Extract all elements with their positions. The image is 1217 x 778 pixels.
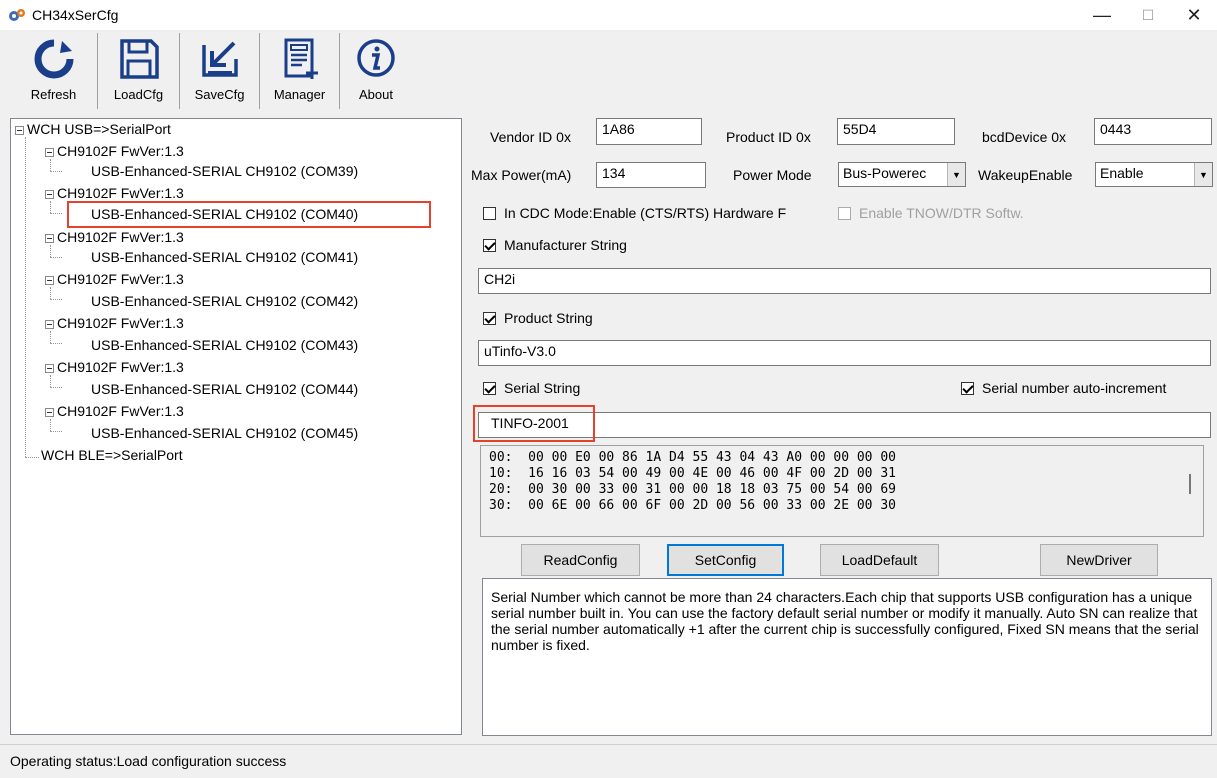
window-title: CH34xSerCfg <box>32 7 119 23</box>
bcd-device-label: bcdDevice 0x <box>982 129 1067 145</box>
tree-device[interactable]: CH9102F FwVer:1.3 <box>45 141 184 161</box>
read-config-button[interactable]: ReadConfig <box>521 544 640 576</box>
collapse-icon[interactable] <box>45 233 54 243</box>
collapse-icon[interactable] <box>45 275 54 285</box>
tree-device[interactable]: CH9102F FwVer:1.3 <box>45 269 184 289</box>
collapse-icon[interactable] <box>45 147 54 157</box>
max-power-field[interactable]: 134 <box>596 162 706 188</box>
hex-row: 20: 00 30 00 33 00 31 00 00 18 18 03 75 … <box>489 482 896 497</box>
refresh-icon <box>34 39 73 79</box>
app-gear-icon <box>9 9 25 21</box>
loadcfg-button[interactable]: LoadCfg <box>98 33 180 109</box>
checkbox-checked-icon[interactable] <box>483 381 496 395</box>
tree-device[interactable]: CH9102F FwVer:1.3 <box>45 313 184 333</box>
tree-device[interactable]: CH9102F FwVer:1.3 <box>45 357 184 377</box>
power-mode-label: Power Mode <box>733 167 812 183</box>
collapse-icon[interactable] <box>15 125 24 135</box>
savecfg-button[interactable]: SaveCfg <box>180 33 260 109</box>
checkbox-checked-icon[interactable] <box>483 311 496 325</box>
power-mode-select[interactable]: Bus-Powerec ▼ <box>838 162 966 187</box>
description-box: Serial Number which cannot be more than … <box>482 578 1212 736</box>
tree-root-usb[interactable]: WCH USB=>SerialPort <box>15 119 171 139</box>
hex-row: 00: 00 00 E0 00 86 1A D4 55 43 04 43 A0 … <box>489 450 896 465</box>
tree-root-ble[interactable]: WCH BLE=>SerialPort <box>41 445 183 465</box>
about-button[interactable]: About <box>340 33 412 109</box>
product-id-label: Product ID 0x <box>726 129 811 145</box>
hex-row: 10: 16 16 03 54 00 49 00 4E 00 46 00 4F … <box>489 466 896 481</box>
manufacturer-checkbox[interactable]: Manufacturer String <box>483 237 627 253</box>
wakeup-select[interactable]: Enable ▼ <box>1095 162 1213 187</box>
checkbox-checked-icon[interactable] <box>483 238 496 252</box>
product-id-field[interactable]: 55D4 <box>837 118 955 145</box>
checkbox-icon[interactable] <box>838 206 851 220</box>
scrollbar-thumb[interactable] <box>1189 474 1191 494</box>
tree-port[interactable]: USB-Enhanced-SERIAL CH9102 (COM45) <box>91 423 358 443</box>
set-config-button[interactable]: SetConfig <box>667 544 784 576</box>
max-power-label: Max Power(mA) <box>471 167 572 183</box>
maximize-button[interactable]: ☐ <box>1125 0 1171 30</box>
hex-dump[interactable]: 00: 00 00 E0 00 86 1A D4 55 43 04 43 A0 … <box>480 445 1204 537</box>
hex-row: 30: 00 6E 00 66 00 6F 00 2D 00 56 00 33 … <box>489 498 896 513</box>
vendor-id-field[interactable]: 1A86 <box>596 118 702 145</box>
tree-connector <box>25 137 26 457</box>
tree-port[interactable]: USB-Enhanced-SERIAL CH9102 (COM42) <box>91 291 358 311</box>
collapse-icon[interactable] <box>45 363 54 373</box>
tree-port-selected[interactable]: USB-Enhanced-SERIAL CH9102 (COM40) <box>91 204 358 224</box>
checkbox-checked-icon[interactable] <box>961 381 974 395</box>
device-tree[interactable]: WCH USB=>SerialPort CH9102F FwVer:1.3 US… <box>10 118 462 735</box>
tree-device[interactable]: CH9102F FwVer:1.3 <box>45 401 184 421</box>
product-string-checkbox[interactable]: Product String <box>483 310 593 326</box>
new-driver-button[interactable]: NewDriver <box>1040 544 1158 576</box>
tree-device[interactable]: CH9102F FwVer:1.3 <box>45 183 184 203</box>
status-text: Operating status:Load configuration succ… <box>10 753 287 769</box>
product-string-field[interactable]: uTinfo-V3.0 <box>478 340 1211 366</box>
collapse-icon[interactable] <box>45 189 54 199</box>
title-bar: CH34xSerCfg — ☐ ✕ <box>0 0 1217 30</box>
status-bar: Operating status:Load configuration succ… <box>0 744 1217 778</box>
minimize-button[interactable]: — <box>1079 0 1125 30</box>
tree-port[interactable]: USB-Enhanced-SERIAL CH9102 (COM44) <box>91 379 358 399</box>
tree-port[interactable]: USB-Enhanced-SERIAL CH9102 (COM41) <box>91 247 358 267</box>
tree-port[interactable]: USB-Enhanced-SERIAL CH9102 (COM39) <box>91 161 358 181</box>
manufacturer-field[interactable]: CH2i <box>478 268 1211 294</box>
vendor-id-label: Vendor ID 0x <box>490 129 571 145</box>
close-button[interactable]: ✕ <box>1171 0 1217 30</box>
checkbox-icon[interactable] <box>483 206 496 220</box>
info-icon <box>357 39 395 77</box>
serial-auto-increment-checkbox[interactable]: Serial number auto-increment <box>961 380 1166 396</box>
load-default-button[interactable]: LoadDefault <box>820 544 939 576</box>
tnow-checkbox[interactable]: Enable TNOW/DTR Softw. <box>838 205 1024 221</box>
bcd-device-field[interactable]: 0443 <box>1094 118 1212 145</box>
save-download-icon <box>201 41 238 77</box>
chevron-down-icon[interactable]: ▼ <box>1194 163 1212 186</box>
cdc-mode-checkbox[interactable]: In CDC Mode:Enable (CTS/RTS) Hardware F <box>483 205 786 221</box>
manager-list-icon <box>284 38 318 79</box>
serial-string-field[interactable]: TINFO-2001 <box>478 412 1211 438</box>
collapse-icon[interactable] <box>45 407 54 417</box>
description-text: Serial Number which cannot be more than … <box>491 589 1199 653</box>
floppy-icon <box>119 39 159 79</box>
toolbar: Refresh LoadCfg SaveCfg Manager About <box>10 33 412 109</box>
manager-button[interactable]: Manager <box>260 33 340 109</box>
collapse-icon[interactable] <box>45 319 54 329</box>
tree-port[interactable]: USB-Enhanced-SERIAL CH9102 (COM43) <box>91 335 358 355</box>
chevron-down-icon[interactable]: ▼ <box>947 163 965 186</box>
tree-device[interactable]: CH9102F FwVer:1.3 <box>45 227 184 247</box>
refresh-button[interactable]: Refresh <box>10 33 98 109</box>
wakeup-label: WakeupEnable <box>978 167 1073 183</box>
serial-string-checkbox[interactable]: Serial String <box>483 380 580 396</box>
